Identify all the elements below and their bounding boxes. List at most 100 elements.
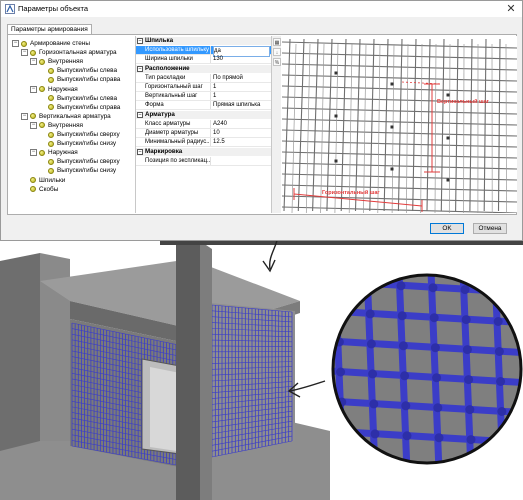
collapse-toggle-icon[interactable]: − xyxy=(21,49,28,57)
rebar-node-icon xyxy=(39,86,45,92)
spike-marker xyxy=(390,82,394,86)
tree-node[interactable]: − Внутренняя xyxy=(30,121,83,130)
tree-node[interactable]: Выпуски/гибы слева xyxy=(39,66,117,75)
tree-node[interactable]: − Вертикальная арматура xyxy=(21,112,111,121)
category-layout[interactable]: − Расположение xyxy=(136,65,271,73)
rebar-node-icon xyxy=(30,113,36,120)
category-label: Арматура xyxy=(145,111,175,118)
prop-layout-type[interactable]: Тип раскладки По прямой xyxy=(136,74,271,83)
mesh-vertical-bar xyxy=(383,38,389,212)
rebar-junction xyxy=(370,429,380,439)
category-marking[interactable]: − Маркировка xyxy=(136,148,271,156)
cancel-button[interactable]: Отмена xyxy=(473,223,507,234)
prop-value[interactable]: 1 xyxy=(213,92,270,101)
collapse-toggle-icon[interactable]: − xyxy=(30,149,37,157)
collapse-icon[interactable]: − xyxy=(137,38,143,44)
category-spike[interactable]: − Шпилька xyxy=(136,37,271,45)
rebar-node-icon xyxy=(48,131,54,138)
prop-value[interactable]: Прямая шпилька xyxy=(213,101,270,110)
tree-node[interactable]: Выпуски/гибы справа xyxy=(39,103,120,112)
prop-value[interactable]: 130 xyxy=(213,55,270,64)
rebar-junction xyxy=(430,343,440,353)
prop-value[interactable]: 12.5 xyxy=(213,138,270,147)
spike-marker xyxy=(446,178,450,182)
prop-horizontal-step[interactable]: Горизонтальный шаг 1 xyxy=(136,83,271,92)
prop-rebar-diameter[interactable]: Диаметр арматуры 10 xyxy=(136,129,271,138)
mesh-vertical-bar-front xyxy=(320,43,325,213)
left-wall xyxy=(0,253,40,451)
sort-alpha-icon[interactable]: ↓ xyxy=(273,48,281,56)
tree-node-label: Армирование стены xyxy=(30,40,90,47)
prop-use-spike[interactable]: Использовать шпильку да xyxy=(136,46,271,57)
category-rebar[interactable]: − Арматура xyxy=(136,111,271,119)
collapse-toggle-icon[interactable]: − xyxy=(30,58,37,66)
prop-spec-position[interactable]: Позиция по экспликац... xyxy=(136,157,271,166)
preview-image: Вертикальный шаг Горизонтальный шаг xyxy=(282,36,517,213)
tree-node[interactable]: Шпильки xyxy=(21,176,65,185)
mesh-vertical-bar xyxy=(440,38,445,212)
tree-node-label: Наружная xyxy=(48,149,78,157)
tree-node[interactable]: − Внутренняя xyxy=(30,57,83,66)
tree-node[interactable]: Скобы xyxy=(21,185,58,194)
sort-categorized-icon[interactable]: ▦ xyxy=(273,38,281,46)
rebar-node-icon xyxy=(39,58,45,65)
close-icon[interactable]: ✕ xyxy=(504,2,518,16)
prop-value[interactable]: 10 xyxy=(213,129,270,138)
tree-node[interactable]: Выпуски/гибы слева xyxy=(39,94,117,103)
rebar-node-icon xyxy=(48,104,54,111)
rebar-junction xyxy=(429,313,439,323)
rebar-junction xyxy=(401,401,411,411)
spike-marker xyxy=(390,167,394,171)
reinforcement-tree[interactable]: − Армирование стены − Горизонтальная армату… xyxy=(9,36,133,213)
rebar-junction xyxy=(466,435,476,445)
tree-node[interactable]: Выпуски/гибы сверху xyxy=(39,157,120,166)
prop-value[interactable]: По прямой xyxy=(213,74,270,83)
rebar-junction xyxy=(369,399,379,409)
mesh-vertical-bar xyxy=(455,38,459,212)
property-grid: − Шпилька Использовать шпильку да Ширина ш… xyxy=(135,36,271,213)
prop-spike-width[interactable]: Ширина шпильки 130 xyxy=(136,55,271,64)
mesh-vertical-bar-front xyxy=(434,43,437,213)
prop-value[interactable]: 1 xyxy=(213,83,270,92)
tree-node[interactable]: Выпуски/гибы сверху xyxy=(39,130,120,139)
top-beam xyxy=(160,241,523,245)
collapse-toggle-icon[interactable]: − xyxy=(21,112,28,120)
tree-node[interactable]: − Горизонтальная арматура xyxy=(21,48,117,57)
app-icon xyxy=(5,4,15,14)
prop-vertical-step[interactable]: Вертикальный шаг 1 xyxy=(136,92,271,101)
column xyxy=(176,241,200,500)
rebar-node-icon xyxy=(48,140,54,147)
vertical-step-label: Вертикальный шаг xyxy=(437,98,490,105)
mesh-vertical-bar-front xyxy=(348,43,353,213)
rebar-node-icon xyxy=(48,158,54,165)
mesh-horizontal-bar xyxy=(282,184,517,192)
collapse-toggle-icon[interactable]: − xyxy=(30,85,37,93)
tree-node[interactable]: Выпуски/гибы снизу xyxy=(39,166,116,175)
tree-node[interactable]: − Наружная xyxy=(30,85,78,94)
collapse-icon[interactable]: − xyxy=(137,112,143,118)
collapse-toggle-icon[interactable]: − xyxy=(12,40,19,47)
tree-node[interactable]: − Наружная xyxy=(30,148,78,157)
prop-rebar-class[interactable]: Класс арматуры A240 xyxy=(136,120,271,129)
rebar-node-icon xyxy=(30,177,36,183)
properties-icon[interactable]: % xyxy=(273,58,281,66)
collapse-toggle-icon[interactable]: − xyxy=(30,121,37,129)
ok-button[interactable]: OK xyxy=(430,223,464,234)
prop-min-radius[interactable]: Минимальный радиус... 12.5 xyxy=(136,138,271,147)
collapse-icon[interactable]: − xyxy=(137,66,143,72)
collapse-icon[interactable]: − xyxy=(137,149,143,155)
tree-node[interactable]: Выпуски/гибы справа xyxy=(39,75,120,84)
prop-name: Диаметр арматуры xyxy=(145,129,211,137)
tree-node[interactable]: Выпуски/гибы снизу xyxy=(39,139,116,148)
horizontal-step-label: Горизонтальный шаг xyxy=(322,189,380,196)
tree-node-label: Выпуски/гибы справа xyxy=(57,103,121,111)
rebar-junction xyxy=(434,433,444,443)
title-bar: Параметры объекта ✕ xyxy=(1,1,522,17)
prop-shape[interactable]: Форма Прямая шпилька xyxy=(136,101,271,110)
tree-node-label: Внутренняя xyxy=(48,121,84,129)
mesh-vertical-bar xyxy=(426,38,431,212)
mesh-vertical-bar-front xyxy=(334,43,339,213)
prop-value[interactable]: A240 xyxy=(213,120,270,129)
prop-name: Позиция по экспликац... xyxy=(145,157,211,165)
tree-node[interactable]: − Армирование стены xyxy=(12,39,90,48)
